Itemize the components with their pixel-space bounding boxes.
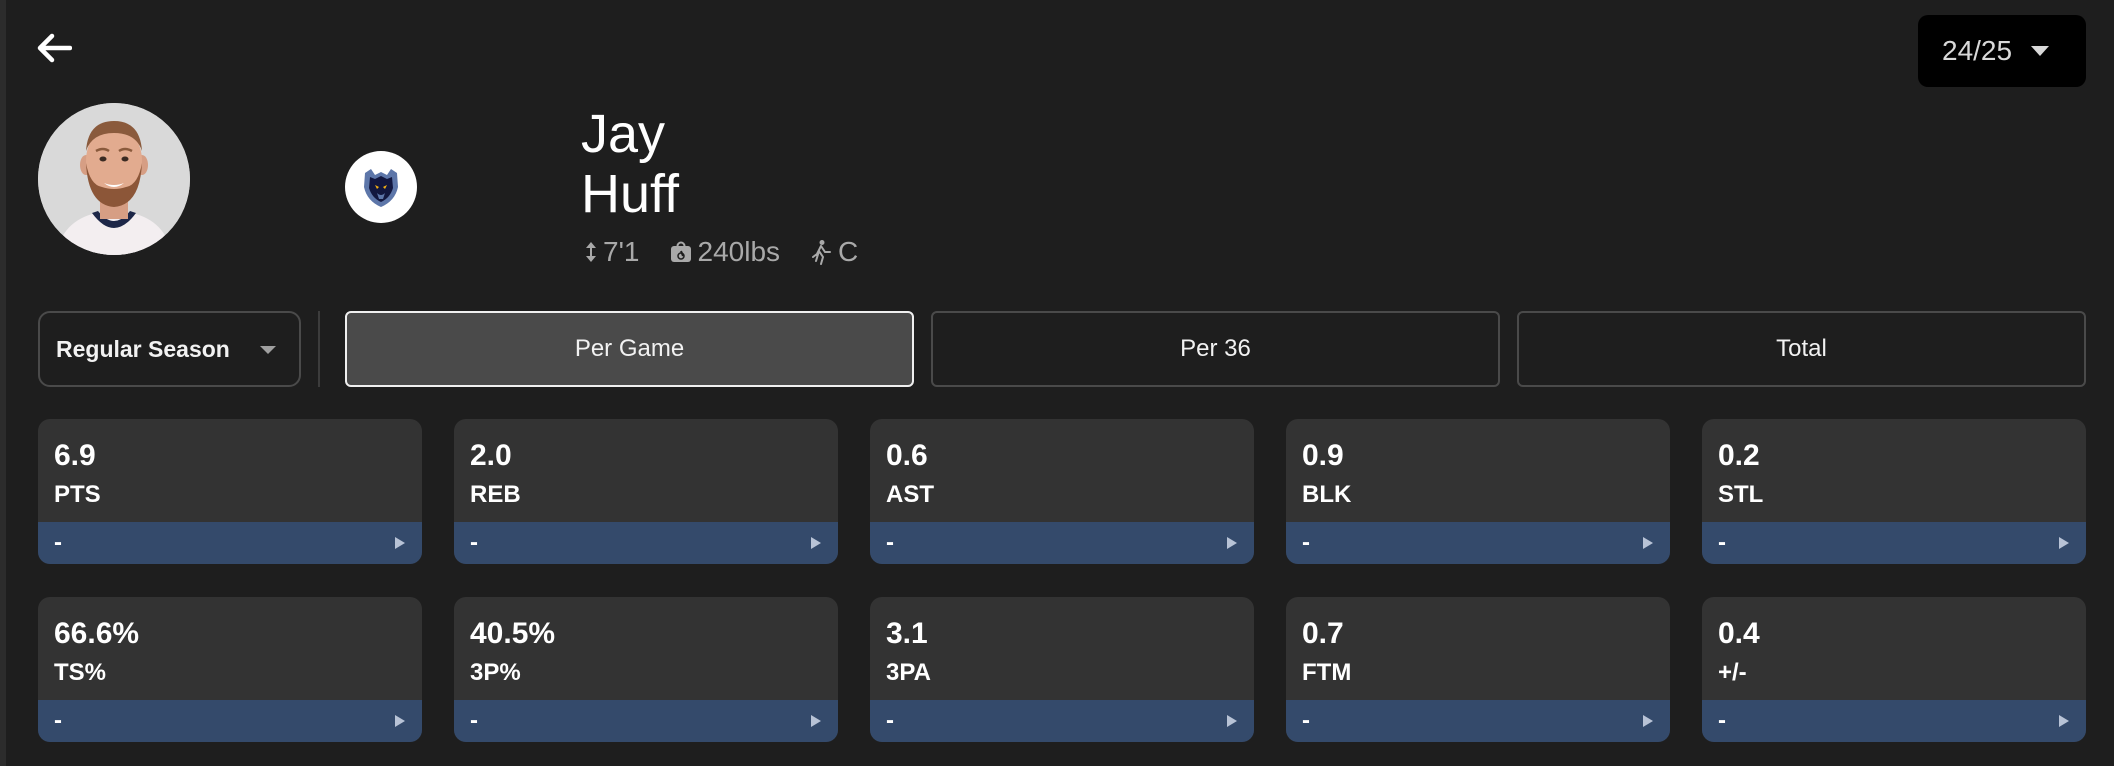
play-arrow-icon — [395, 537, 405, 549]
stat-rank-bar[interactable]: - — [1286, 700, 1670, 742]
play-arrow-icon — [811, 715, 821, 727]
season-type-select[interactable]: Regular Season — [38, 311, 301, 387]
season-value: 24/25 — [1942, 35, 2013, 66]
stat-rank: - — [1302, 529, 1310, 556]
arrow-left-icon — [37, 33, 72, 63]
stat-rank: - — [470, 707, 478, 734]
stat-card-blk: 0.9 BLK - — [1286, 419, 1670, 564]
stat-label: TS% — [54, 659, 107, 686]
running-person-icon — [812, 240, 832, 265]
stat-rank-bar[interactable]: - — [1702, 700, 2086, 742]
stat-value: 0.7 — [1302, 617, 1344, 650]
stat-rank: - — [886, 707, 894, 734]
stat-rank: - — [54, 707, 62, 734]
stat-rank-bar[interactable]: - — [454, 522, 838, 564]
stat-rank-bar[interactable]: - — [454, 700, 838, 742]
chevron-down-icon — [2031, 46, 2050, 56]
play-arrow-icon — [1227, 715, 1237, 727]
play-arrow-icon — [2059, 537, 2069, 549]
tab-per-game[interactable]: Per Game — [345, 311, 914, 387]
stat-label: +/- — [1718, 659, 1747, 686]
height-arrows-icon — [586, 242, 596, 262]
stat-label: BLK — [1302, 481, 1352, 508]
position-value: C — [838, 236, 859, 267]
left-edge — [0, 0, 6, 766]
stat-card-3pa: 3.1 3PA - — [870, 597, 1254, 742]
play-arrow-icon — [1227, 537, 1237, 549]
stat-rank-bar[interactable]: - — [38, 700, 422, 742]
stat-value: 0.9 — [1302, 439, 1344, 472]
stat-rank: - — [886, 529, 894, 556]
chevron-down-icon — [260, 346, 276, 354]
stat-card-pts: 6.9 PTS - — [38, 419, 422, 564]
stat-rank: - — [1302, 707, 1310, 734]
back-button[interactable] — [28, 24, 80, 72]
stat-label: STL — [1718, 481, 1764, 508]
stat-card-3p: 40.5% 3P% - — [454, 597, 838, 742]
play-arrow-icon — [1643, 715, 1653, 727]
stat-value: 66.6% — [54, 617, 140, 650]
weight-value: 240lbs — [697, 236, 781, 267]
player-avatar — [38, 103, 190, 255]
stat-value: 3.1 — [886, 617, 928, 650]
stat-label: 3P% — [470, 659, 521, 686]
grizzly-bear-icon — [364, 169, 398, 207]
stat-label: AST — [886, 481, 934, 508]
stat-rank-bar[interactable]: - — [870, 522, 1254, 564]
height-value: 7'1 — [603, 236, 640, 267]
weight-icon — [670, 241, 691, 262]
tab-label: Total — [1776, 335, 1827, 362]
play-arrow-icon — [395, 715, 405, 727]
stat-label: PTS — [54, 481, 101, 508]
player-last-name: Huff — [581, 164, 680, 224]
stat-value: 2.0 — [470, 439, 512, 472]
stat-label: 3PA — [886, 659, 931, 686]
player-first-name: Jay — [581, 104, 666, 164]
player-name: Jay Huff — [581, 104, 679, 224]
stat-card-reb: 2.0 REB - — [454, 419, 838, 564]
play-arrow-icon — [1643, 537, 1653, 549]
stat-value: 0.6 — [886, 439, 928, 472]
play-arrow-icon — [2059, 715, 2069, 727]
stat-card-stl: 0.2 STL - — [1702, 419, 2086, 564]
stat-rank: - — [1718, 529, 1726, 556]
stat-card-ast: 0.6 AST - — [870, 419, 1254, 564]
position-info: C — [810, 236, 858, 268]
stat-rank-bar[interactable]: - — [38, 522, 422, 564]
stat-value: 6.9 — [54, 439, 96, 472]
filter-divider — [318, 311, 320, 387]
stat-label: FTM — [1302, 659, 1352, 686]
stat-rank: - — [54, 529, 62, 556]
tab-label: Per 36 — [1180, 335, 1251, 362]
stat-label: REB — [470, 481, 521, 508]
stat-card-plus-minus: 0.4 +/- - — [1702, 597, 2086, 742]
play-arrow-icon — [811, 537, 821, 549]
stat-value: 0.2 — [1718, 439, 1760, 472]
stat-value: 40.5% — [470, 617, 556, 650]
stat-card-ts: 66.6% TS% - — [38, 597, 422, 742]
stat-rank-bar[interactable]: - — [1286, 522, 1670, 564]
tab-label: Per Game — [574, 335, 685, 362]
tab-total[interactable]: Total — [1517, 311, 2086, 387]
tab-per-36[interactable]: Per 36 — [931, 311, 1500, 387]
stat-value: 0.4 — [1718, 617, 1760, 650]
season-type-value: Regular Season — [56, 335, 230, 362]
stat-rank: - — [1718, 707, 1726, 734]
stat-card-ftm: 0.7 FTM - — [1286, 597, 1670, 742]
height-info: 7'1 — [585, 236, 640, 268]
team-logo — [345, 151, 417, 223]
stat-rank-bar[interactable]: - — [1702, 522, 2086, 564]
player-meta: 7'1 240lbs C — [585, 236, 888, 268]
stat-rank-bar[interactable]: - — [870, 700, 1254, 742]
weight-info: 240lbs — [670, 236, 781, 268]
stat-rank: - — [470, 529, 478, 556]
season-select[interactable]: 24/25 — [1918, 15, 2086, 87]
